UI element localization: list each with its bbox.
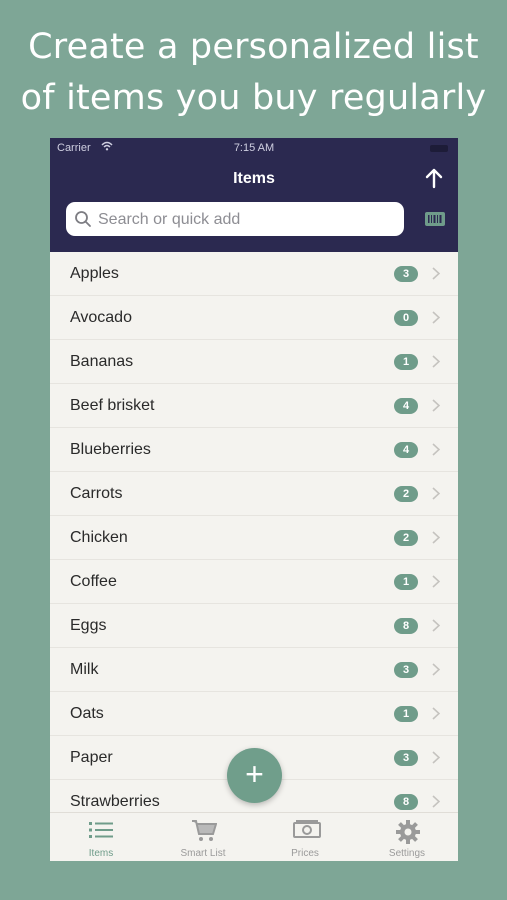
item-name: Blueberries (70, 441, 151, 458)
item-count-badge: 4 (394, 442, 418, 458)
search-input[interactable] (96, 202, 400, 238)
item-count-badge: 1 (394, 354, 418, 370)
item-name: Bananas (70, 353, 134, 370)
tab-settings[interactable]: Settings (356, 813, 458, 861)
tab-bar: Items Smart List Prices Settings (50, 812, 458, 861)
tab-prices[interactable]: Prices (254, 813, 356, 861)
battery-icon (430, 145, 448, 152)
chevron-right-icon (432, 355, 440, 368)
money-icon (293, 820, 321, 838)
list-item[interactable]: Coffee 1 (50, 560, 458, 604)
item-name: Coffee (70, 573, 117, 590)
plus-icon: + (245, 756, 264, 792)
list-item[interactable]: Oats 1 (50, 692, 458, 736)
chevron-right-icon (432, 267, 440, 280)
item-name: Beef brisket (70, 397, 155, 414)
item-name: Paper (70, 749, 113, 766)
upload-arrow-icon[interactable] (424, 167, 444, 189)
phone-screen: Carrier 7:15 AM Items Search or quick ad… (50, 138, 458, 861)
item-count-badge: 1 (394, 574, 418, 590)
chevron-right-icon (432, 531, 440, 544)
item-name: Eggs (70, 617, 107, 634)
list-item[interactable]: Bananas 1 (50, 340, 458, 384)
chevron-right-icon (432, 399, 440, 412)
item-count-badge: 1 (394, 706, 418, 722)
chevron-right-icon (432, 751, 440, 764)
item-count-badge: 2 (394, 530, 418, 546)
item-count-badge: 2 (394, 486, 418, 502)
chevron-right-icon (432, 663, 440, 676)
navigation-header: Carrier 7:15 AM Items (50, 138, 458, 252)
item-name: Chicken (70, 529, 128, 546)
list-item[interactable]: Chicken 2 (50, 516, 458, 560)
chevron-right-icon (432, 619, 440, 632)
item-name: Carrots (70, 485, 123, 502)
chevron-right-icon (432, 443, 440, 456)
status-time: 7:15 AM (233, 142, 275, 154)
list-icon (89, 822, 113, 838)
tab-label: Items (88, 848, 114, 859)
list-item[interactable]: Carrots 2 (50, 472, 458, 516)
tab-label: Settings (388, 848, 426, 859)
item-count-badge: 4 (394, 398, 418, 414)
cart-icon (192, 820, 217, 841)
list-item[interactable]: Eggs 8 (50, 604, 458, 648)
chevron-right-icon (432, 487, 440, 500)
tab-items[interactable]: Items (50, 813, 152, 861)
list-item[interactable]: Milk 3 (50, 648, 458, 692)
item-count-badge: 8 (394, 794, 418, 810)
tab-label: Prices (291, 848, 319, 859)
barcode-scan-icon[interactable] (425, 212, 445, 226)
search-icon (75, 211, 91, 227)
list-item[interactable]: Apples 3 (50, 252, 458, 296)
chevron-right-icon (432, 575, 440, 588)
item-count-badge: 0 (394, 310, 418, 326)
item-count-badge: 3 (394, 266, 418, 282)
chevron-right-icon (432, 311, 440, 324)
list-item[interactable]: Avocado 0 (50, 296, 458, 340)
list-item[interactable]: Blueberries 4 (50, 428, 458, 472)
search-bar[interactable] (66, 202, 404, 238)
headline-line-1: Create a personalized list (28, 27, 479, 67)
items-list: Apples 3 Avocado 0 Bananas 1 Beef briske… (50, 252, 458, 824)
item-name: Milk (70, 661, 99, 678)
item-count-badge: 3 (394, 662, 418, 678)
list-item[interactable]: Beef brisket 4 (50, 384, 458, 428)
chevron-right-icon (432, 707, 440, 720)
add-item-button[interactable]: + (227, 748, 282, 803)
status-bar: Carrier 7:15 AM (50, 141, 458, 155)
tab-smart-list[interactable]: Smart List (152, 813, 254, 861)
page-title: Items (233, 170, 275, 187)
chevron-right-icon (432, 795, 440, 808)
headline-line-2: of items you buy regularly (20, 78, 487, 118)
item-name: Strawberries (70, 793, 160, 810)
item-count-badge: 3 (394, 750, 418, 766)
tab-label: Smart List (180, 848, 226, 859)
gear-icon (396, 820, 420, 844)
item-count-badge: 8 (394, 618, 418, 634)
item-name: Oats (70, 705, 104, 722)
item-name: Avocado (70, 309, 132, 326)
promo-headline: Create a personalized list of items you … (0, 22, 507, 124)
item-name: Apples (70, 265, 119, 282)
